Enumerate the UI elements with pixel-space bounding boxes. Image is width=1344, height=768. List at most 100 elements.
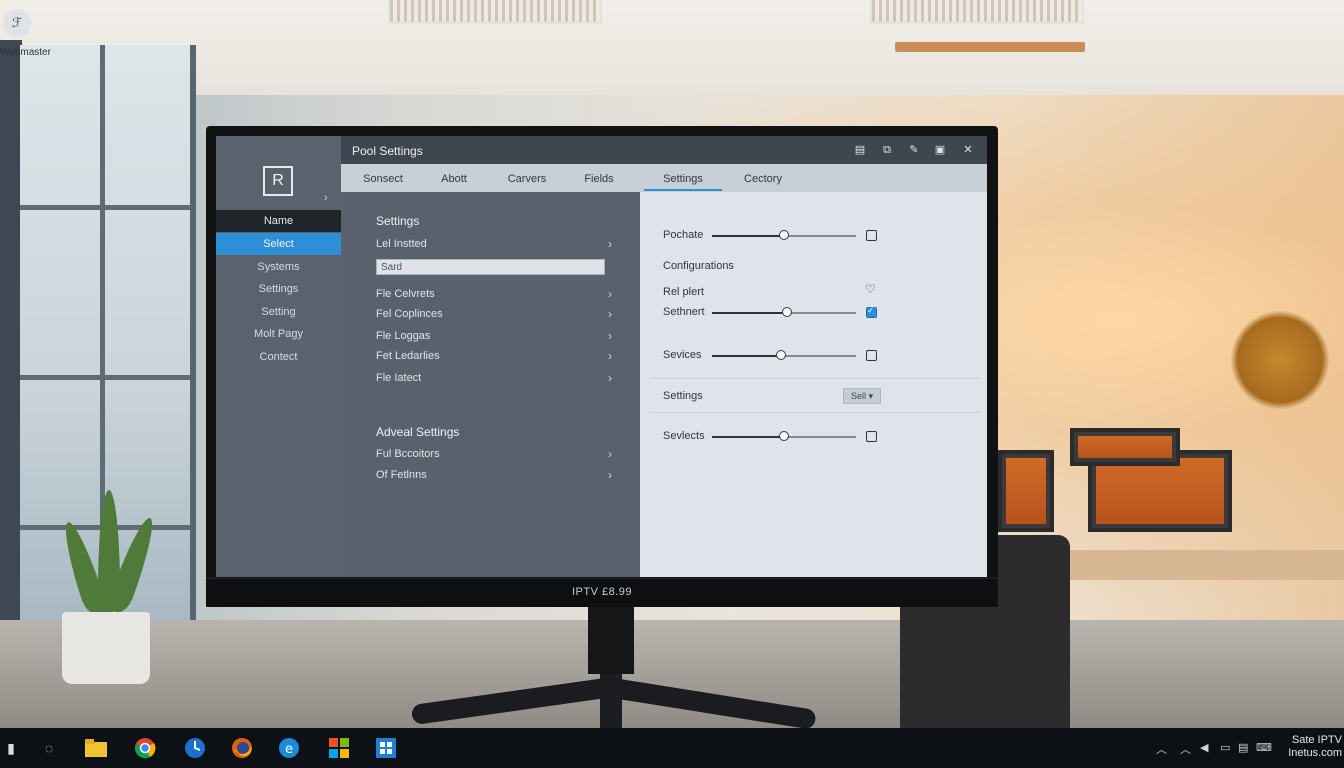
- network-icon[interactable]: ▭: [1220, 741, 1230, 754]
- tray-text-line1: Sate IPTV: [1291, 734, 1342, 746]
- text-input[interactable]: Sard: [376, 259, 605, 275]
- background-monitor: [998, 450, 1054, 532]
- tab-sonsect[interactable]: Sonsect: [353, 164, 413, 192]
- chevron-right-icon: ›: [608, 329, 612, 343]
- desktop-app-icon[interactable]: ℱ: [3, 9, 31, 37]
- divider: [650, 378, 980, 379]
- sidebar-item-molt-pagy[interactable]: Molt Pagy: [216, 323, 341, 345]
- settings-row[interactable]: Fle Loggas ›: [376, 329, 612, 343]
- app-window: R › Name Select Systems Settings Setting…: [216, 136, 987, 577]
- checkbox[interactable]: [866, 431, 877, 442]
- chevron-right-icon: ›: [608, 237, 612, 251]
- chevron-right-icon: ›: [608, 307, 612, 321]
- chrome-icon[interactable]: [134, 737, 156, 759]
- search-icon[interactable]: ◌: [38, 737, 60, 759]
- settings-row[interactable]: Fle Celvrets ›: [376, 287, 612, 301]
- save-icon[interactable]: ▣: [933, 143, 947, 157]
- notification-icon[interactable]: ▤: [1238, 741, 1248, 754]
- checkbox[interactable]: [866, 230, 877, 241]
- keyboard-icon[interactable]: ⌨: [1256, 741, 1272, 754]
- background-monitor: [1070, 428, 1180, 466]
- chevron-down-icon: ▾: [868, 391, 874, 401]
- monitor-stand-pole: [600, 670, 622, 728]
- setting-label: Sevices: [663, 349, 702, 361]
- settings-dropdown[interactable]: Sell ▾: [843, 388, 881, 404]
- background-desk: [1068, 550, 1344, 580]
- tab-abott[interactable]: Abott: [426, 164, 482, 192]
- slider[interactable]: [712, 307, 856, 317]
- slider[interactable]: [712, 431, 856, 441]
- tab-cectory[interactable]: Cectory: [733, 164, 793, 192]
- section-title: Adveal Settings: [376, 425, 460, 439]
- edge-icon[interactable]: e: [278, 737, 300, 759]
- monitor-stand-neck: [588, 604, 634, 674]
- start-icon[interactable]: ▮: [0, 737, 22, 759]
- settings-row[interactable]: Fle Iatect ›: [376, 371, 612, 385]
- sidebar-item-systems[interactable]: Systems: [216, 256, 341, 278]
- tab-carvers[interactable]: Carvers: [497, 164, 557, 192]
- collapse-chevron-icon[interactable]: ›: [324, 192, 328, 204]
- settings-row[interactable]: Ful Bccoitors ›: [376, 447, 612, 461]
- sidebar-item-setting[interactable]: Setting: [216, 301, 341, 323]
- settings-row-label: Fle Loggas: [376, 330, 431, 342]
- plant-pot: [62, 612, 150, 684]
- store-icon[interactable]: [375, 737, 397, 759]
- settings-row-label: Fle Celvrets: [376, 288, 435, 300]
- close-icon[interactable]: ✕: [961, 143, 975, 157]
- chevron-right-icon: ›: [608, 349, 612, 363]
- chevron-up-icon[interactable]: ︿: [1156, 741, 1167, 757]
- monitor: R › Name Select Systems Settings Setting…: [206, 126, 998, 607]
- app-logo: R: [263, 166, 293, 196]
- tab-settings[interactable]: Settings: [644, 164, 722, 191]
- sidebar-item-settings[interactable]: Settings: [216, 278, 341, 300]
- settings-row[interactable]: Fel Coplinces ›: [376, 307, 612, 321]
- slider[interactable]: [712, 350, 856, 360]
- settings-row[interactable]: Lel Instted ›: [376, 237, 612, 251]
- slider[interactable]: [712, 230, 856, 240]
- title-bar: Pool Settings ▤ ⧉ ✎ ▣ ✕: [341, 136, 987, 164]
- edit-icon[interactable]: ✎: [907, 143, 921, 157]
- chevron-up-icon[interactable]: ︿: [1180, 741, 1191, 757]
- settings-row[interactable]: Of Fetlnns ›: [376, 468, 612, 482]
- dropdown-value: Sell: [850, 391, 866, 401]
- speaker-icon[interactable]: ◀: [1200, 741, 1208, 754]
- heart-icon[interactable]: ♡: [865, 282, 876, 296]
- section-title: Settings: [376, 214, 420, 228]
- chevron-right-icon: ›: [608, 287, 612, 301]
- settings-row-label: Ful Bccoitors: [376, 448, 440, 460]
- taskbar: ▮ ◌ e ︿ ︿ ◀ ▭ ▤ ⌨ Sate IPTV Inetus.com: [0, 728, 1344, 768]
- monitor-brand-label: IPTV £8.99: [571, 586, 633, 598]
- firefox-icon[interactable]: [231, 737, 253, 759]
- checkbox[interactable]: [866, 305, 877, 318]
- chevron-right-icon: ›: [608, 468, 612, 482]
- sidebar-item-contect[interactable]: Contect: [216, 346, 341, 368]
- office-apps-icon[interactable]: [328, 737, 350, 759]
- grid-icon[interactable]: ▤: [853, 143, 867, 157]
- settings-row-label: Of Fetlnns: [376, 469, 427, 481]
- checkbox[interactable]: [866, 350, 877, 361]
- settings-row-label: Fle Iatect: [376, 372, 422, 384]
- clock-icon[interactable]: [184, 737, 206, 759]
- left-sidebar: R › Name Select Systems Settings Setting…: [216, 136, 341, 577]
- settings-row-label: Lel Instted: [376, 238, 427, 250]
- settings-list-panel: Settings Lel Instted › Sard Fle Celvrets…: [341, 192, 640, 577]
- svg-text:e: e: [285, 742, 293, 757]
- monitor-chin: IPTV £8.99: [206, 578, 998, 607]
- settings-row-label: Fet Ledarlies: [376, 350, 440, 362]
- chevron-right-icon: ›: [608, 371, 612, 385]
- setting-label: Settings: [663, 390, 703, 402]
- tray-text: Sate IPTV Inetus.com: [1284, 734, 1342, 760]
- tab-fields[interactable]: Fields: [571, 164, 627, 192]
- chevron-right-icon: ›: [608, 447, 612, 461]
- setting-label: Pochate: [663, 229, 704, 241]
- restore-icon[interactable]: ⧉: [880, 143, 894, 157]
- folder-icon[interactable]: [85, 737, 107, 759]
- section-title: Configurations: [663, 260, 734, 272]
- sidebar-item-select[interactable]: Select: [216, 233, 341, 255]
- sidebar-item-name[interactable]: Name: [216, 210, 341, 232]
- tray-text-line2: Inetus.com: [1288, 747, 1342, 759]
- desktop-app-label: Webmaster: [0, 47, 51, 58]
- settings-row-label: Fel Coplinces: [376, 308, 443, 320]
- background-plant: [1230, 310, 1330, 410]
- settings-row[interactable]: Fet Ledarlies ›: [376, 349, 612, 363]
